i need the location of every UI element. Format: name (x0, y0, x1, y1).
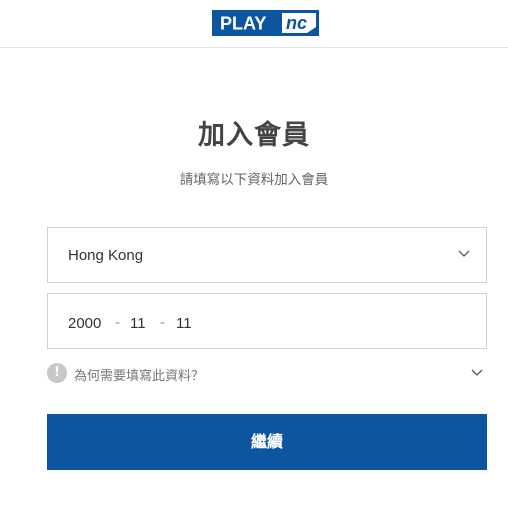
birth-year[interactable]: 2000 (68, 315, 101, 332)
chevron-down-icon (471, 369, 483, 376)
date-separator: - (160, 314, 165, 331)
why-needed-text: 為何需要填寫此資料？ (74, 369, 205, 384)
country-value: Hong Kong (68, 247, 144, 264)
plaync-logo[interactable]: PLAY nc (212, 10, 319, 36)
chevron-down-icon (458, 250, 470, 257)
birth-day[interactable]: 11 (176, 315, 192, 332)
page-title: 加入會員 (198, 120, 310, 151)
birthdate-field[interactable]: 2000 - 11 - 11 (47, 293, 487, 349)
continue-button[interactable]: 繼續 (47, 414, 487, 470)
page-subtitle: 請填寫以下資料加入會員 (179, 172, 329, 188)
logo-text-play: PLAY (220, 14, 266, 34)
logo-text-nc: nc (286, 13, 307, 33)
why-needed-toggle[interactable]: ! 為何需要填寫此資料？ (47, 362, 487, 384)
date-separator: - (115, 314, 120, 331)
exclamation-icon: ! (47, 363, 67, 383)
header: PLAY nc (0, 0, 508, 48)
country-select[interactable]: Hong Kong (47, 227, 487, 283)
birth-month[interactable]: 11 (130, 315, 146, 332)
